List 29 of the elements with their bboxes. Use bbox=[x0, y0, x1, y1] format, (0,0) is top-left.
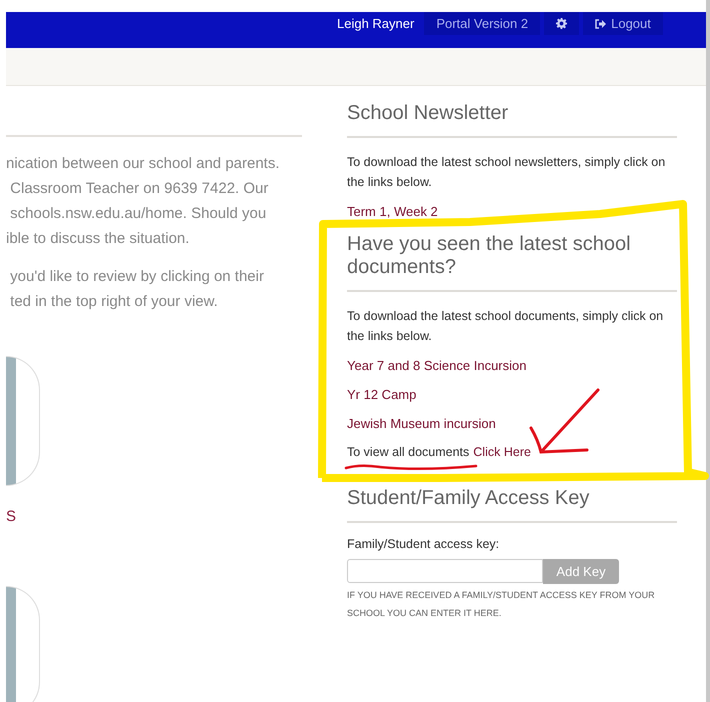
click-here-link[interactable]: Click Here bbox=[473, 445, 531, 459]
logout-icon bbox=[595, 18, 606, 28]
intro-text-line: ible to discuss the situation. bbox=[6, 229, 190, 249]
section-heading: Have you seen the latest school documents? bbox=[347, 233, 632, 279]
settings-icon bbox=[556, 18, 568, 29]
scrollbar[interactable] bbox=[706, 0, 710, 702]
help-text: IF YOU HAVE RECEIVED A FAMILY/STUDENT ACCESS KEY FROM YOUR SCHOOL YOU CAN ENTER IT HERE. bbox=[347, 589, 656, 620]
portal-version-button[interactable]: Portal Version 2 bbox=[424, 12, 540, 35]
access-key-field[interactable] bbox=[347, 559, 543, 583]
document-link[interactable]: Yr 12 Camp bbox=[347, 387, 677, 402]
section-heading: Student/Family Access Key bbox=[347, 487, 590, 510]
section-heading: School Newsletter bbox=[347, 102, 510, 125]
user-name: Leigh Rayner bbox=[337, 16, 414, 31]
document-link[interactable]: Jewish Museum incursion bbox=[347, 416, 677, 431]
arrow-annotation bbox=[530, 388, 600, 454]
logout-button[interactable]: Logout bbox=[583, 12, 663, 35]
view-all-text: To view all documents bbox=[347, 445, 470, 459]
field-label: Family/Student access key: bbox=[347, 537, 500, 551]
intro-text-line: nication between our school and parents. bbox=[6, 154, 280, 174]
intro-text-line: Classroom Teacher on 9639 7422. Our bbox=[9, 179, 268, 199]
student-name-link[interactable]: S bbox=[6, 508, 16, 525]
section-description: To download the latest school newsletters, simply click on the links below. bbox=[347, 154, 666, 191]
intro-text-line: ted in the top right of your view. bbox=[9, 292, 218, 312]
newsletter-link[interactable]: Term 1, Week 2 bbox=[347, 204, 677, 219]
section-description: To download the latest school documents, simply click on the links below. bbox=[347, 308, 664, 345]
settings-button[interactable] bbox=[544, 12, 580, 35]
intro-text-line: schools.nsw.edu.au/home. Should you bbox=[9, 204, 266, 224]
intro-text-line: you'd like to review by clicking on their bbox=[9, 267, 264, 287]
document-link[interactable]: Year 7 and 8 Science Incursion bbox=[347, 358, 677, 373]
